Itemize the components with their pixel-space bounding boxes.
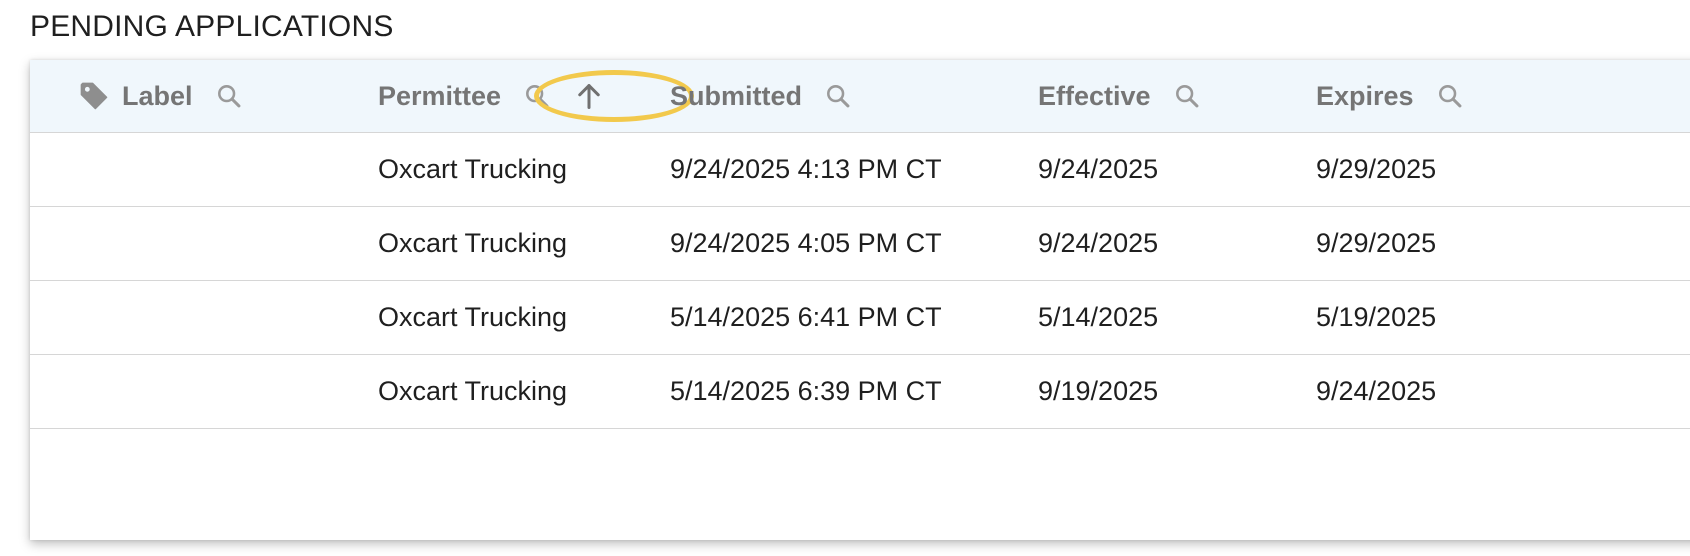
cell-permittee: Oxcart Trucking	[378, 302, 568, 332]
cell-effective: 5/14/2025	[1038, 302, 1159, 332]
applications-table: Label Permittee Submitted Effective Expi…	[30, 60, 1690, 540]
column-header-permittee[interactable]: Permittee	[378, 60, 603, 132]
column-title-permittee: Permittee	[378, 80, 502, 111]
column-header-submitted[interactable]: Submitted	[670, 60, 852, 132]
search-icon[interactable]	[215, 82, 243, 110]
cell-submitted: 5/14/2025 6:41 PM CT	[670, 302, 942, 332]
table-row[interactable]: Oxcart Trucking 5/14/2025 6:41 PM CT 5/1…	[30, 281, 1690, 355]
tag-icon	[78, 80, 110, 117]
cell-submitted: 9/24/2025 4:13 PM CT	[670, 154, 942, 184]
cell-effective: 9/19/2025	[1038, 376, 1159, 406]
cell-permittee: Oxcart Trucking	[378, 376, 568, 406]
column-title-label: Label	[122, 80, 193, 111]
cell-permittee: Oxcart Trucking	[378, 228, 568, 258]
cell-expires: 5/19/2025	[1316, 302, 1437, 332]
cell-label	[30, 355, 370, 428]
search-icon[interactable]	[1436, 82, 1464, 110]
column-header-expires[interactable]: Expires	[1316, 60, 1464, 132]
cell-submitted: 5/14/2025 6:39 PM CT	[670, 376, 942, 406]
cell-effective: 9/24/2025	[1038, 228, 1159, 258]
page-title: PENDING APPLICATIONS	[30, 10, 394, 43]
cell-expires: 9/29/2025	[1316, 228, 1437, 258]
column-header-label[interactable]: Label	[122, 60, 243, 132]
cell-permittee: Oxcart Trucking	[378, 154, 568, 184]
table-header-row: Label Permittee Submitted Effective Expi…	[30, 60, 1690, 133]
cell-expires: 9/24/2025	[1316, 376, 1437, 406]
table-row[interactable]: Oxcart Trucking 9/24/2025 4:13 PM CT 9/2…	[30, 133, 1690, 207]
column-title-expires: Expires	[1316, 80, 1414, 111]
column-title-submitted: Submitted	[670, 80, 802, 111]
table-row[interactable]: Oxcart Trucking 5/14/2025 6:39 PM CT 9/1…	[30, 355, 1690, 429]
cell-expires: 9/29/2025	[1316, 154, 1437, 184]
cell-effective: 9/24/2025	[1038, 154, 1159, 184]
search-icon[interactable]	[824, 82, 852, 110]
cell-submitted: 9/24/2025 4:05 PM CT	[670, 228, 942, 258]
table-row[interactable]: Oxcart Trucking 9/24/2025 4:05 PM CT 9/2…	[30, 207, 1690, 281]
arrow-up-icon[interactable]	[575, 81, 603, 111]
search-icon[interactable]	[1173, 82, 1201, 110]
cell-label	[30, 207, 370, 280]
column-header-effective[interactable]: Effective	[1038, 60, 1201, 132]
cell-label	[30, 133, 370, 206]
search-icon[interactable]	[523, 82, 551, 110]
cell-label	[30, 281, 370, 354]
column-title-effective: Effective	[1038, 80, 1151, 111]
